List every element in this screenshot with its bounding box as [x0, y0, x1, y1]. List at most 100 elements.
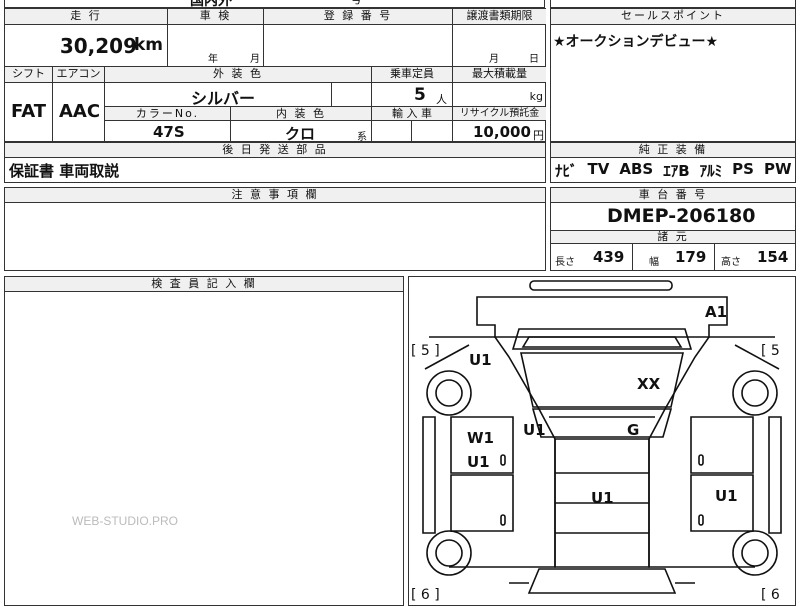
bracket-top-left: [ 5 ] [411, 343, 440, 359]
mark-u1-left-mid: U1 [467, 453, 490, 471]
aircon-cell: AAC [52, 82, 104, 142]
notes-box: 注 意 事 項 欄 [4, 187, 546, 271]
specs-height-cell: 高さ 154 [715, 244, 795, 270]
aircon-header: エアコン [52, 66, 104, 82]
transfer-day-label: 日 [529, 54, 539, 65]
interior-color-cell: クロ 系 [230, 120, 371, 142]
color-no-value: 47S [153, 123, 185, 141]
specs-length-value: 439 [593, 248, 625, 266]
right-handle-rear [698, 514, 704, 526]
equipment-navi: ﾅﾋﾞ [555, 162, 578, 180]
specs-width-label: 幅 [649, 257, 659, 268]
capacity-value: 5 [414, 85, 426, 105]
inspection-month-label: 月 [250, 54, 260, 65]
car-diagram-box: A1 U1 XX U1 G W1 U1 U1 U1 [ 5 ] [ 5 [ 6 … [408, 276, 796, 606]
mileage-cell: 30,209 km [4, 24, 167, 66]
capacity-unit: 人 [436, 93, 447, 106]
mark-w1: W1 [467, 429, 494, 447]
capacity-cell: 5 人 [371, 82, 452, 106]
wheel-rear-right-inner [741, 539, 769, 567]
equipment-list: ﾅﾋﾞ TV ABS ｴｱB ｱﾙﾐ PS PW [555, 160, 795, 180]
rear-window-shape [527, 568, 677, 594]
inspection-year-label: 年 [208, 54, 218, 65]
registration-cell [263, 24, 452, 66]
bracket-top-right: [ 5 [761, 343, 780, 359]
hood-shape [511, 328, 693, 350]
wheel-rear-left [426, 530, 472, 576]
specs-height-label: 高さ [721, 257, 741, 268]
shift-cell: FAT [4, 82, 52, 142]
mark-u1-lower-center: U1 [591, 489, 614, 507]
exterior-color-extra [331, 82, 371, 106]
wheel-front-left-inner [435, 379, 463, 407]
equipment-abs: ABS [619, 160, 654, 178]
bracket-bottom-right: [ 6 [761, 587, 780, 603]
notes-header: 注 意 事 項 欄 [5, 188, 545, 203]
car-diagram: A1 U1 XX U1 G W1 U1 U1 U1 [ 5 ] [ 5 [ 6 … [411, 280, 782, 603]
inspection-header: 車 検 [167, 8, 263, 24]
bracket-bottom-left: [ 6 ] [411, 587, 440, 603]
specs-width-value: 179 [675, 248, 707, 266]
mileage-unit: km [133, 35, 163, 55]
max-load-unit: kg [529, 90, 543, 103]
wheel-rear-left-inner [435, 539, 463, 567]
recycle-header: リサイクル預託金 [452, 106, 546, 120]
shift-value: FAT [11, 101, 47, 122]
registration-header: 登 録 番 号 [263, 8, 452, 24]
mark-g: G [627, 421, 639, 439]
mark-u1-left-top: U1 [469, 351, 492, 369]
wheel-front-right-inner [741, 379, 769, 407]
top-cutoff-text-2: 号 [350, 0, 362, 7]
right-sill-shape [768, 416, 782, 534]
mark-u1-center: U1 [523, 421, 546, 439]
left-handle-front [500, 454, 506, 466]
color-no-cell: 47S [104, 120, 230, 142]
specs-height-value: 154 [757, 248, 789, 266]
shift-header: シフト [4, 66, 52, 82]
recycle-unit: 円 [533, 129, 544, 142]
hood-inner-shape [521, 336, 683, 348]
specs-length-cell: 長さ 439 [551, 244, 633, 270]
later-parts-value: 保証書 車両取説 [9, 162, 120, 180]
transfer-cell: 月 日 [452, 24, 546, 66]
sales-point-header: セールスポイント [551, 9, 795, 25]
left-sill-shape [422, 416, 436, 534]
chassis-header: 車 台 番 号 [551, 188, 795, 203]
exterior-color-cell: シルバー [104, 82, 331, 106]
import-cell [371, 120, 411, 142]
mark-xx: XX [637, 375, 661, 393]
watermark: WEB-STUDIO.PRO [72, 514, 179, 528]
inspector-header: 検 査 員 記 入 欄 [5, 277, 403, 292]
sales-point-text: ★オークションデビュー★ [553, 34, 719, 50]
mileage-value: 30,209 [59, 34, 137, 58]
aircon-value: AAC [59, 101, 101, 122]
chassis-box: 車 台 番 号 DMEP-206180 諸 元 長さ 439 幅 179 高さ … [550, 187, 796, 271]
import-header: 輸 入 車 [371, 106, 452, 120]
top-cutoff-right [550, 0, 796, 8]
later-parts-header: 後 日 発 送 部 品 [5, 143, 545, 158]
equipment-header: 純 正 装 備 [551, 143, 795, 158]
import-cell-2 [411, 120, 452, 142]
front-bumper-shape [476, 296, 728, 338]
info-grid: 走 行 車 検 登 録 番 号 譲渡書類期限 30,209 km 年 月 月 日… [4, 8, 546, 142]
chassis-value: DMEP-206180 [607, 205, 756, 227]
interior-color-value: クロ [285, 125, 316, 142]
left-door-rear-shape [450, 474, 514, 532]
interior-color-header: 内 装 色 [230, 106, 371, 120]
transfer-header: 譲渡書類期限 [452, 8, 546, 24]
roof-shape [531, 408, 673, 438]
roof-antenna-shape [529, 280, 673, 291]
right-handle-front [698, 454, 704, 466]
recycle-cell: 10,000 円 [452, 120, 546, 142]
equipment-pw: PW [763, 160, 792, 178]
transfer-month-label: 月 [489, 54, 499, 65]
exterior-color-header: 外 装 色 [104, 66, 371, 82]
specs-header: 諸 元 [551, 230, 795, 244]
left-handle-rear [500, 514, 506, 526]
interior-color-suffix: 系 [357, 132, 367, 142]
color-no-header: カラーNo. [104, 106, 230, 120]
recycle-value: 10,000 [473, 123, 531, 141]
equipment-box: 純 正 装 備 ﾅﾋﾞ TV ABS ｴｱB ｱﾙﾐ PS PW [550, 142, 796, 183]
wheel-front-right [732, 370, 778, 416]
specs-length-label: 長さ [555, 257, 575, 268]
